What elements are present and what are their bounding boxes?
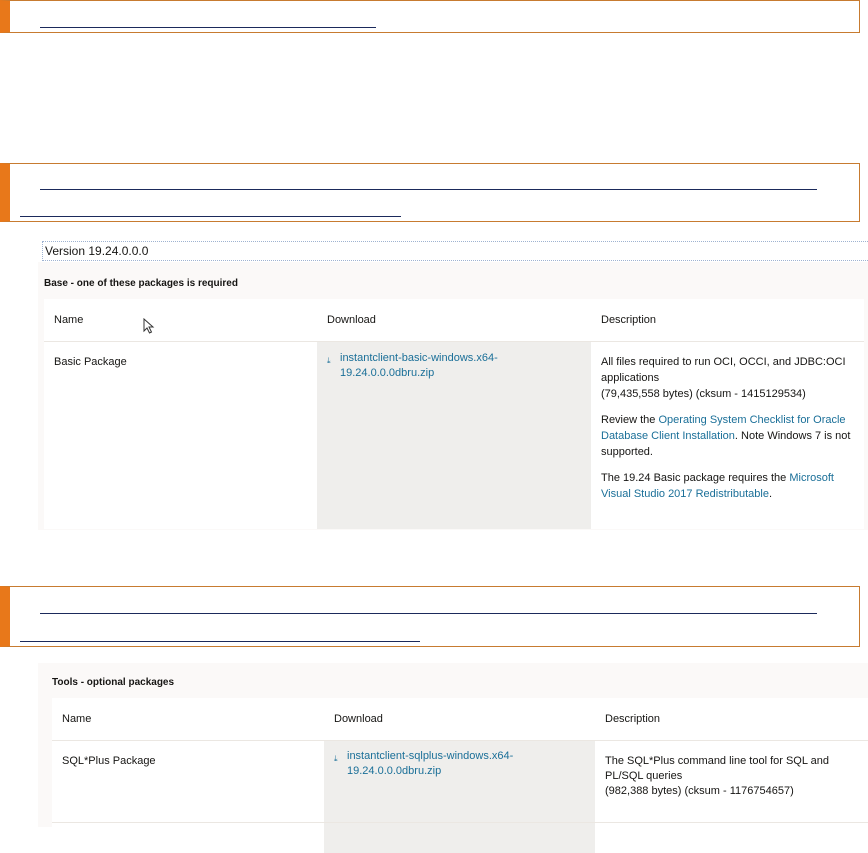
collapsed-banner-1[interactable] bbox=[0, 0, 860, 33]
section-title: Base - one of these packages is required bbox=[44, 278, 238, 289]
desc-text: All files required to run OCI, OCCI, and… bbox=[601, 356, 846, 384]
download-filename: instantclient-sqlplus-windows.x64-19.24.… bbox=[347, 750, 514, 777]
download-icon: ⤓ bbox=[334, 754, 338, 763]
package-name: SQL*Plus Package bbox=[62, 755, 156, 767]
desc-size-cksum: (79,435,558 bytes) (cksum - 1415129534) bbox=[601, 388, 806, 400]
table-header-row: Name Download Description bbox=[52, 698, 868, 741]
banner-link-underline[interactable] bbox=[40, 613, 817, 614]
download-cell: ⤓ instantclient-basic-windows.x64-19.24.… bbox=[317, 341, 591, 529]
desc-text: The SQL*Plus command line tool for SQL a… bbox=[605, 755, 829, 782]
collapsed-banner-2[interactable] bbox=[0, 163, 860, 222]
download-sqlplus-link[interactable]: ⤓ instantclient-sqlplus-windows.x64-19.2… bbox=[334, 749, 585, 779]
description-cell bbox=[595, 822, 868, 853]
description-cell: All files required to run OCI, OCCI, and… bbox=[591, 342, 864, 529]
column-header-description: Description bbox=[595, 698, 868, 741]
description-paragraph: All files required to run OCI, OCCI, and… bbox=[601, 354, 854, 402]
column-header-name: Name bbox=[44, 299, 317, 342]
mouse-pointer-icon bbox=[143, 318, 155, 334]
download-cell: ⤓ instantclient-sqlplus-windows.x64-19.2… bbox=[324, 740, 595, 823]
table-row bbox=[52, 822, 868, 853]
download-filename: instantclient-basic-windows.x64-19.24.0.… bbox=[340, 352, 498, 379]
collapsed-banner-3[interactable] bbox=[0, 586, 860, 647]
table-cell bbox=[52, 822, 324, 853]
table-header-row: Name Download Description bbox=[44, 299, 864, 342]
column-header-download: Download bbox=[317, 299, 591, 342]
description-cell: The SQL*Plus command line tool for SQL a… bbox=[595, 741, 868, 823]
description-paragraph: The SQL*Plus command line tool for SQL a… bbox=[605, 754, 858, 799]
table-row: SQL*Plus Package ⤓ instantclient-sqlplus… bbox=[52, 740, 868, 823]
table-row: Basic Package ⤓ instantclient-basic-wind… bbox=[44, 341, 864, 529]
package-name: Basic Package bbox=[54, 356, 127, 368]
banner-link-underline[interactable] bbox=[40, 27, 376, 28]
banner-link-underline[interactable] bbox=[20, 216, 401, 217]
description-paragraph: Review the Operating System Checklist fo… bbox=[601, 412, 854, 460]
column-header-name: Name bbox=[52, 698, 324, 741]
banner-link-underline[interactable] bbox=[20, 641, 420, 642]
desc-size-cksum: (982,388 bytes) (cksum - 1176754657) bbox=[605, 785, 794, 797]
version-label: Version 19.24.0.0.0 bbox=[42, 241, 868, 261]
desc-text: . bbox=[768, 488, 773, 500]
desc-text: Review the bbox=[601, 414, 659, 426]
column-header-description: Description bbox=[591, 299, 864, 342]
tools-packages-table: Name Download Description SQL*Plus Packa… bbox=[52, 698, 868, 853]
download-basic-link[interactable]: ⤓ instantclient-basic-windows.x64-19.24.… bbox=[327, 351, 581, 381]
column-header-download: Download bbox=[324, 698, 595, 741]
base-packages-table: Name Download Description Basic Package … bbox=[44, 299, 864, 529]
banner-link-underline[interactable] bbox=[40, 189, 817, 190]
description-paragraph: The 19.24 Basic package requires the Mic… bbox=[601, 470, 854, 502]
download-cell bbox=[324, 822, 595, 853]
download-icon: ⤓ bbox=[327, 356, 331, 365]
desc-text: The 19.24 Basic package requires the bbox=[601, 472, 790, 484]
section-title: Tools - optional packages bbox=[52, 677, 175, 688]
